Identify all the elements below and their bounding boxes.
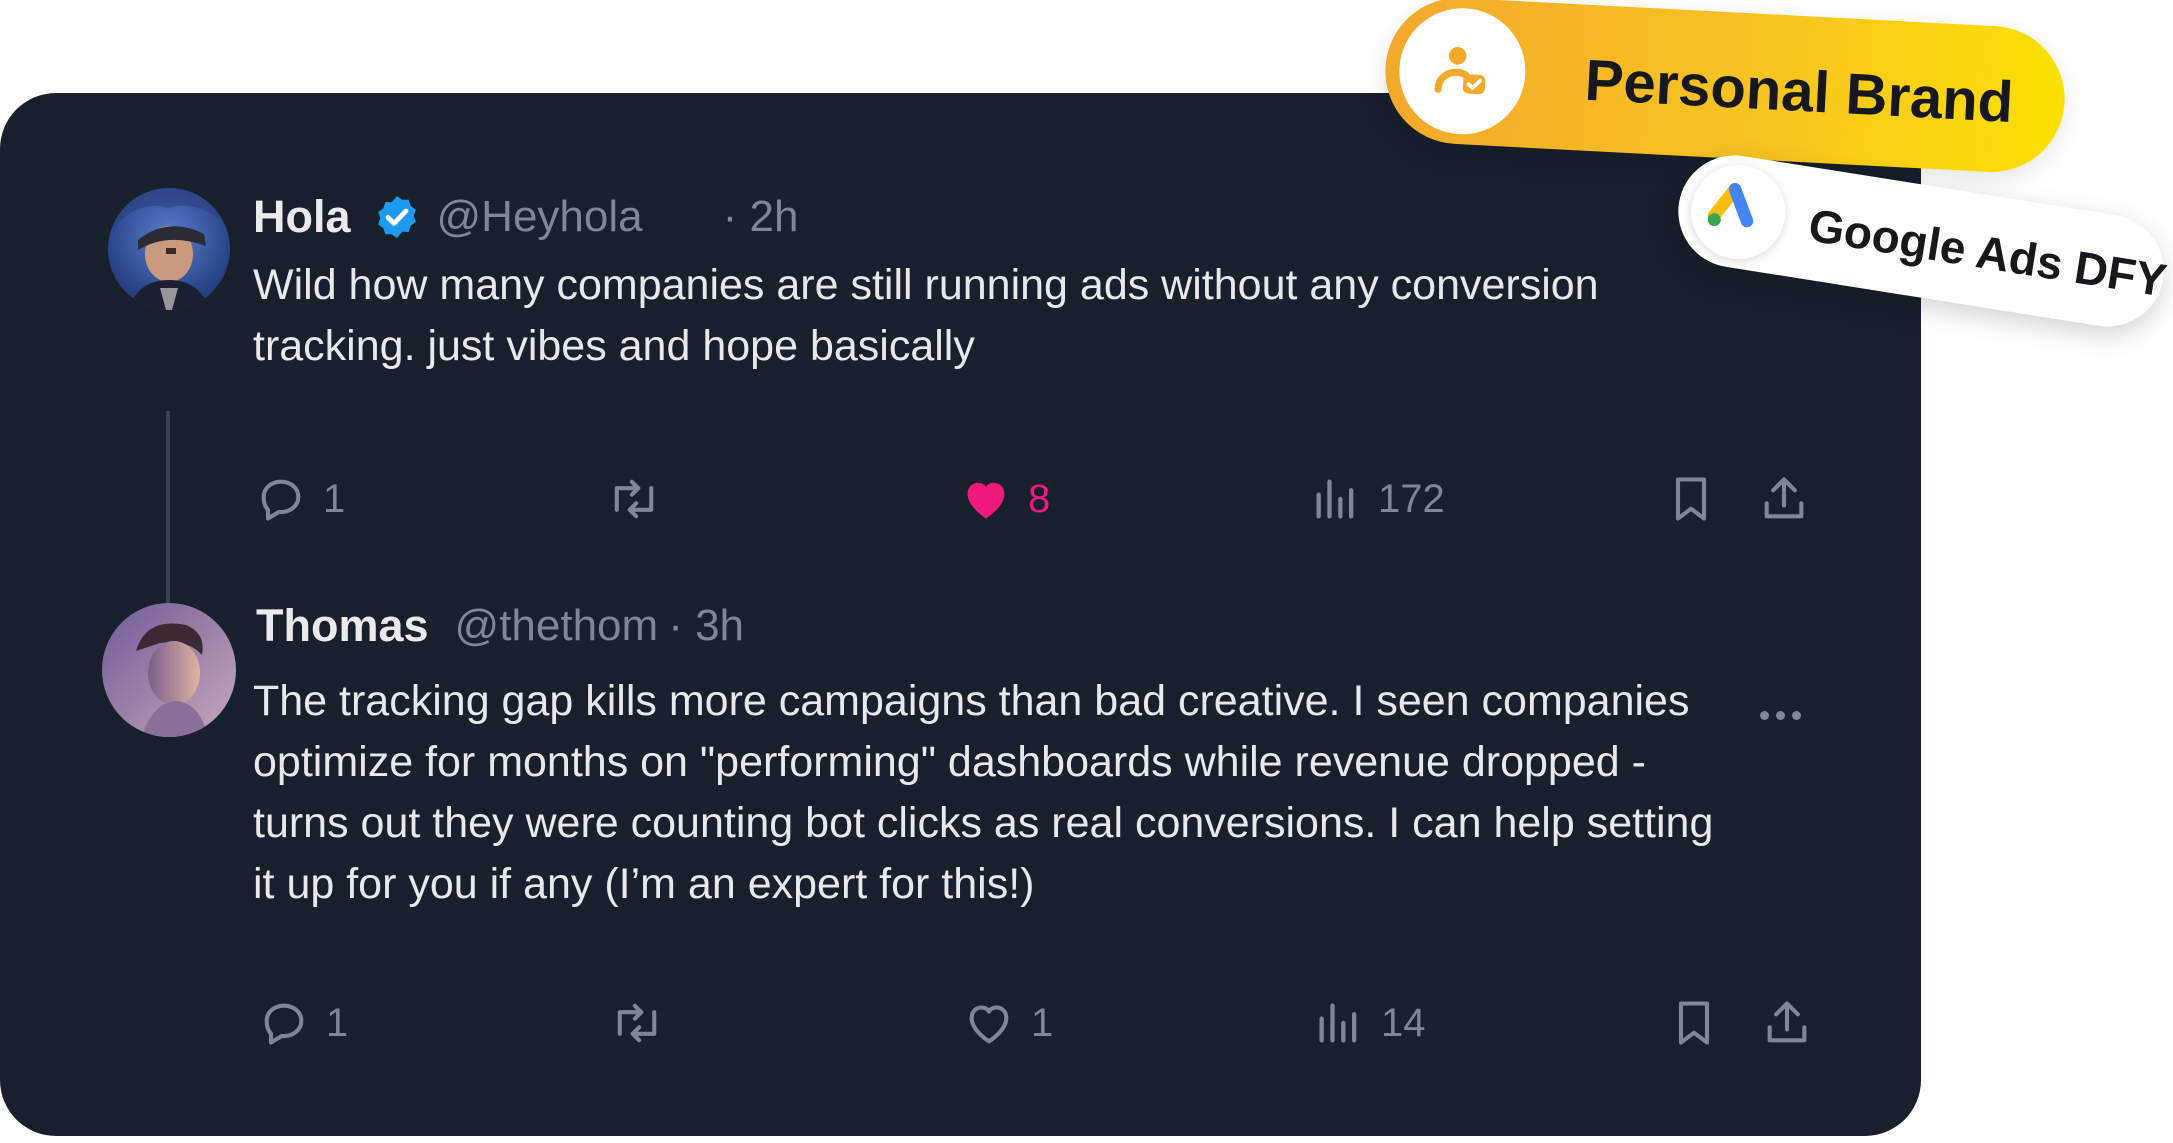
like-icon — [969, 1005, 1009, 1044]
avatar-thomas[interactable] — [102, 603, 236, 737]
stage: Hola @Heyhola · 2h Wild how many compani… — [0, 0, 2173, 1143]
bookmark-button[interactable] — [1668, 997, 1720, 1049]
retweet-icon — [617, 1003, 657, 1043]
person-check-icon — [1396, 5, 1529, 138]
reply-count: 1 — [323, 476, 346, 521]
tweet-time[interactable]: · 2h — [723, 192, 799, 242]
author-handle[interactable]: @thethom — [455, 601, 659, 651]
tweet-time[interactable]: · 3h — [668, 601, 744, 651]
author-name[interactable]: Thomas — [256, 600, 429, 652]
like-count: 8 — [1028, 476, 1051, 521]
retweet-icon — [614, 479, 654, 519]
views-icon — [1316, 479, 1354, 519]
avatar-hola[interactable] — [108, 188, 230, 310]
like-button[interactable]: 8 — [960, 473, 1050, 525]
personal-brand-label: Personal Brand — [1583, 47, 2015, 136]
tweet-text: Wild how many companies are still runnin… — [253, 261, 1599, 370]
like-button[interactable]: 1 — [963, 997, 1053, 1049]
views-button[interactable]: 172 — [1310, 473, 1445, 525]
verified-icon — [373, 193, 421, 241]
share-button[interactable] — [1761, 997, 1813, 1049]
views-button[interactable]: 14 — [1313, 997, 1426, 1049]
tweet-text: The tracking gap kills more campaigns th… — [253, 677, 1714, 908]
like-count: 1 — [1031, 1000, 1054, 1045]
tweet-header: Hola @Heyhola · 2h — [253, 191, 798, 243]
like-icon — [967, 482, 1005, 519]
share-button[interactable] — [1758, 473, 1810, 525]
reply-icon — [264, 1003, 304, 1045]
bookmark-button[interactable] — [1665, 473, 1717, 525]
views-count: 14 — [1381, 1000, 1426, 1045]
views-count: 172 — [1378, 476, 1445, 521]
reply-button[interactable]: 1 — [255, 473, 345, 525]
share-icon — [1764, 477, 1804, 519]
share-icon — [1767, 1001, 1807, 1043]
reply-button[interactable]: 1 — [258, 997, 348, 1049]
retweet-button[interactable] — [606, 473, 662, 525]
author-handle[interactable]: @Heyhola — [437, 192, 643, 242]
bookmark-icon — [1678, 1001, 1710, 1045]
tweet-thread-card: Hola @Heyhola · 2h Wild how many compani… — [0, 93, 1921, 1136]
reply-count: 1 — [326, 1000, 349, 1045]
views-icon — [1319, 1003, 1357, 1043]
retweet-button[interactable] — [609, 997, 665, 1049]
google-ads-icon — [1684, 158, 1793, 266]
tweet-header: Thomas @thethom · 3h — [256, 600, 744, 652]
reply-icon — [261, 479, 301, 521]
author-name[interactable]: Hola — [253, 191, 351, 243]
bookmark-icon — [1675, 477, 1707, 521]
